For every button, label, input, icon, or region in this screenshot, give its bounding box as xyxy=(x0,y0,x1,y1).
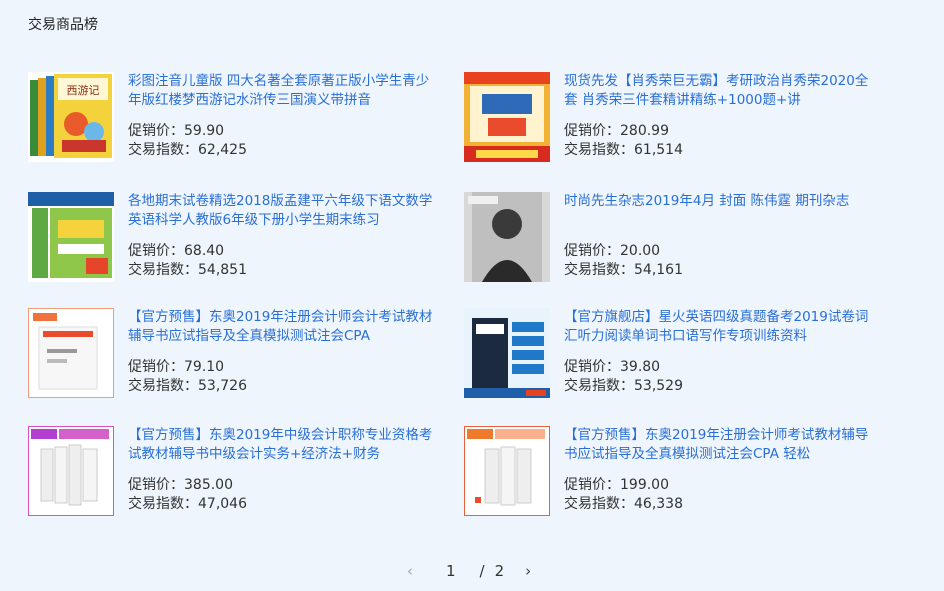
exam-book-icon[interactable] xyxy=(464,72,550,162)
accounting-guide-icon[interactable] xyxy=(464,426,550,516)
current-page: 1 xyxy=(446,562,456,580)
price-label: 促销价： xyxy=(128,243,184,259)
list-item[interactable]: 现货先发【肖秀荣巨无霸】考研政治肖秀荣2020全套 肖秀荣三件套精讲精练+100… xyxy=(464,72,884,164)
accounting-set-icon[interactable] xyxy=(28,426,114,516)
item-title[interactable]: 【官方旗舰店】星火英语四级真题备考2019试卷词汇听力阅读单词书口语写作专项训练… xyxy=(564,308,874,346)
workbook-icon[interactable] xyxy=(28,192,114,282)
price-label: 促销价： xyxy=(128,477,184,493)
index-value: 61,514 xyxy=(634,142,683,158)
price-value: 68.40 xyxy=(184,243,225,259)
index-value: 54,161 xyxy=(634,262,683,278)
price-value: 280.99 xyxy=(620,123,669,139)
index-label: 交易指数： xyxy=(128,496,198,512)
price-value: 79.10 xyxy=(184,359,225,375)
index-label: 交易指数： xyxy=(564,142,634,158)
index-label: 交易指数： xyxy=(564,262,634,278)
accounting-book-icon[interactable] xyxy=(28,308,114,398)
item-title[interactable]: 彩图注音儿童版 四大名著全套原著正版小学生青少年版红楼梦西游记水浒传三国演义带拼… xyxy=(128,72,438,110)
total-pages: 2 xyxy=(494,562,505,580)
item-title[interactable]: 【官方预售】东奥2019年中级会计职称专业资格考试教材辅导书中级会计实务+经济法… xyxy=(128,426,438,464)
price-label: 促销价： xyxy=(128,123,184,139)
index-value: 46,338 xyxy=(634,496,683,512)
index-label: 交易指数： xyxy=(128,378,198,394)
price-label: 促销价： xyxy=(564,359,620,375)
price-value: 39.80 xyxy=(620,359,661,375)
item-title[interactable]: 【官方预售】东奥2019年注册会计师会计考试教材辅导书应试指导及全真模拟测试注会… xyxy=(128,308,438,346)
index-value: 54,851 xyxy=(198,262,247,278)
index-value: 53,726 xyxy=(198,378,247,394)
magazine-icon[interactable] xyxy=(464,192,550,282)
price-value: 385.00 xyxy=(184,477,233,493)
panel-title: 交易商品榜 xyxy=(28,17,98,33)
item-title[interactable]: 各地期末试卷精选2018版孟建平六年级下语文数学英语科学人教版6年级下册小学生期… xyxy=(128,192,438,230)
prev-page-button[interactable]: ‹ xyxy=(400,562,420,580)
price-value: 20.00 xyxy=(620,243,661,259)
svg-text:西游记: 西游记 xyxy=(67,84,100,97)
price-label: 促销价： xyxy=(564,123,620,139)
book-set-icon[interactable]: 西游记 xyxy=(28,72,114,162)
index-label: 交易指数： xyxy=(564,496,634,512)
price-label: 促销价： xyxy=(564,477,620,493)
index-label: 交易指数： xyxy=(128,262,198,278)
item-title[interactable]: 【官方预售】东奥2019年注册会计师考试教材辅导书应试指导及全真模拟测试注会CP… xyxy=(564,426,874,464)
index-value: 47,046 xyxy=(198,496,247,512)
item-title[interactable]: 现货先发【肖秀荣巨无霸】考研政治肖秀荣2020全套 肖秀荣三件套精讲精练+100… xyxy=(564,72,874,110)
pagination: ‹ 1 / 2 › xyxy=(400,560,538,582)
price-value: 199.00 xyxy=(620,477,669,493)
list-item[interactable]: 【官方预售】东奥2019年注册会计师考试教材辅导书应试指导及全真模拟测试注会CP… xyxy=(464,426,884,518)
list-item[interactable]: 【官方预售】东奥2019年注册会计师会计考试教材辅导书应试指导及全真模拟测试注会… xyxy=(28,308,448,400)
index-label: 交易指数： xyxy=(564,378,634,394)
price-label: 促销价： xyxy=(564,243,620,259)
list-item[interactable]: 【官方旗舰店】星火英语四级真题备考2019试卷词汇听力阅读单词书口语写作专项训练… xyxy=(464,308,884,400)
next-page-button[interactable]: › xyxy=(518,562,538,580)
list-item[interactable]: 西游记 彩图注音儿童版 四大名著全套原著正版小学生青少年版红楼梦西游记水浒传三国… xyxy=(28,72,448,164)
price-label: 促销价： xyxy=(128,359,184,375)
list-item[interactable]: 时尚先生杂志2019年4月 封面 陈伟霆 期刊杂志 促销价：20.00 交易指数… xyxy=(464,192,884,284)
list-item[interactable]: 各地期末试卷精选2018版孟建平六年级下语文数学英语科学人教版6年级下册小学生期… xyxy=(28,192,448,284)
item-title[interactable]: 时尚先生杂志2019年4月 封面 陈伟霆 期刊杂志 xyxy=(564,192,874,230)
index-value: 53,529 xyxy=(634,378,683,394)
index-label: 交易指数： xyxy=(128,142,198,158)
spark-book-icon[interactable] xyxy=(464,308,550,398)
list-item[interactable]: 【官方预售】东奥2019年中级会计职称专业资格考试教材辅导书中级会计实务+经济法… xyxy=(28,426,448,518)
page-separator: / xyxy=(479,562,485,580)
price-value: 59.90 xyxy=(184,123,225,139)
index-value: 62,425 xyxy=(198,142,247,158)
